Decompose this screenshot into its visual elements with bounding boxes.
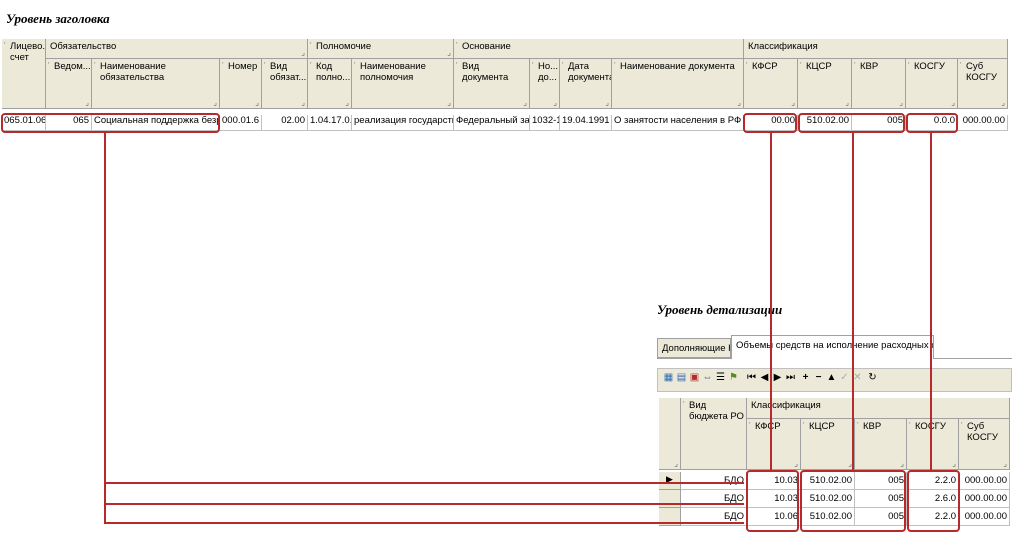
cell-doc-no[interactable]: 1032-1 [530, 115, 560, 131]
col-kfsr[interactable]: ' КФСР ⌟ [744, 59, 798, 109]
col-obligation-name[interactable]: ' Наименование обязательства ⌟ [92, 59, 220, 109]
connector-row-2 [104, 503, 744, 505]
connector-row-3 [104, 522, 744, 524]
cell-authority-name[interactable]: реализация государственной [352, 115, 454, 131]
detail-cell-sub-kosgu[interactable]: 000.00.00 [959, 508, 1010, 526]
col-doc-no[interactable]: ' Но... до... ⌟ [530, 59, 560, 109]
col-detail-sub-kosgu[interactable]: ' Суб КОСГУ ⌟ [959, 419, 1010, 470]
connector-row-1 [104, 482, 744, 484]
col-kosgu[interactable]: ' КОСГУ ⌟ [906, 59, 958, 109]
col-account[interactable]: ' Лицево.. счет [2, 39, 46, 109]
tab-supplementary-npa[interactable]: Дополняющие НПА [657, 338, 731, 358]
refresh-icon[interactable]: ↻ [867, 372, 878, 383]
prev-icon[interactable]: ◀ [759, 372, 770, 383]
col-doc-name[interactable]: ' Наименование документа ⌟ [612, 59, 744, 109]
next-icon[interactable]: ▶ [772, 372, 783, 383]
col-vid[interactable]: ' Вид обязат... ⌟ [262, 59, 308, 109]
highlight-kosgu [906, 113, 958, 133]
cell-vid[interactable]: 02.00 [262, 115, 308, 131]
highlight-detail-kosgu [907, 470, 960, 532]
cell-doc-type[interactable]: Федеральный закон [454, 115, 530, 131]
group-detail-classification[interactable]: Классификация [747, 398, 1010, 419]
connector-kosgu [930, 133, 932, 470]
cell-number[interactable]: 000.01.6 [220, 115, 262, 131]
col-number[interactable]: ' Номер ⌟ [220, 59, 262, 109]
col-sub-kosgu[interactable]: ' Суб КОСГУ ⌟ [958, 59, 1008, 109]
first-icon[interactable]: ⏮ [746, 372, 757, 383]
group-basis[interactable]: ' Основание [454, 39, 744, 59]
group-obligation[interactable]: Обязательство ⌟ [46, 39, 308, 59]
header-level-caption: Уровень заголовка [6, 11, 110, 26]
filter-icon[interactable]: ⚑ [728, 372, 739, 383]
detail-level-caption: Уровень детализации [657, 302, 783, 317]
cell-sub-kosgu[interactable]: 000.00.00 [958, 115, 1008, 131]
cell-doc-date[interactable]: 19.04.1991 [560, 115, 612, 131]
row-selector[interactable]: ▶ [659, 472, 681, 490]
highlight-kcsr-kvr [798, 113, 905, 133]
remove-icon[interactable]: − [813, 372, 824, 383]
highlight-detail-kfsr [746, 470, 799, 532]
add-icon[interactable]: + [800, 372, 811, 383]
highlight-account-obligation [1, 113, 220, 133]
connector-kfsr [770, 133, 772, 470]
detail-cell-budget[interactable]: БДО [681, 472, 747, 490]
col-kcsr[interactable]: ' КЦСР ⌟ [798, 59, 852, 109]
detail-cell-sub-kosgu[interactable]: 000.00.00 [959, 472, 1010, 490]
cell-code[interactable]: 1.04.17.0.00 [308, 115, 352, 131]
row-selector[interactable] [659, 490, 681, 508]
col-doc-date[interactable]: ' Дата документа ⌟ [560, 59, 612, 109]
col-budget-type[interactable]: ' Вид бюджета РО [681, 398, 747, 470]
row-selector-header: ⌟ [659, 398, 681, 470]
highlight-detail-kcsr-kvr [800, 470, 906, 532]
col-code[interactable]: ' Код полно... ⌟ [308, 59, 352, 109]
connector-obligation [104, 133, 106, 524]
cell-doc-name[interactable]: О занятости населения в РФ (с измен [612, 115, 744, 131]
last-icon[interactable]: ⏭ [785, 372, 796, 383]
detail-cell-sub-kosgu[interactable]: 000.00.00 [959, 490, 1010, 508]
col-detail-kfsr[interactable]: ' КФСР ⌟ [747, 419, 801, 470]
table-icon[interactable]: ▦ [663, 372, 674, 383]
col-vedom[interactable]: ' Ведом... ⌟ [46, 59, 92, 109]
table-edit-icon[interactable]: ▤ [676, 372, 687, 383]
tab-funding-volumes[interactable]: Объемы средств на исполнение расходных о… [731, 335, 934, 359]
col-detail-kvr[interactable]: ' КВР ⌟ [855, 419, 907, 470]
highlight-kfsr [743, 113, 797, 133]
col-kvr[interactable]: ' КВР ⌟ [852, 59, 906, 109]
detail-toolbar: ▦ ▤ ▣ ⇔ ☰ ⚑ ⏮ ◀ ▶ ⏭ + − ▲ ✓ ✕ ↻ [657, 368, 1012, 392]
col-detail-kosgu[interactable]: ' КОСГУ ⌟ [907, 419, 959, 470]
swap-icon[interactable]: ⇔ [702, 372, 713, 383]
confirm-icon[interactable]: ✓ [839, 372, 850, 383]
col-doc-type[interactable]: ' Вид документа ⌟ [454, 59, 530, 109]
detail-cell-budget[interactable]: БДО [681, 490, 747, 508]
col-detail-kcsr[interactable]: ' КЦСР ⌟ [801, 419, 855, 470]
list-icon[interactable]: ☰ [715, 372, 726, 383]
col-authority-name[interactable]: ' Наименование полномочия ⌟ [352, 59, 454, 109]
table-delete-icon[interactable]: ▣ [689, 372, 700, 383]
group-classification[interactable]: Классификация [744, 39, 1008, 59]
connector-kcsr-kvr [852, 133, 854, 470]
group-authority[interactable]: ' Полномочие ⌟ [308, 39, 454, 59]
up-icon[interactable]: ▲ [826, 372, 837, 383]
